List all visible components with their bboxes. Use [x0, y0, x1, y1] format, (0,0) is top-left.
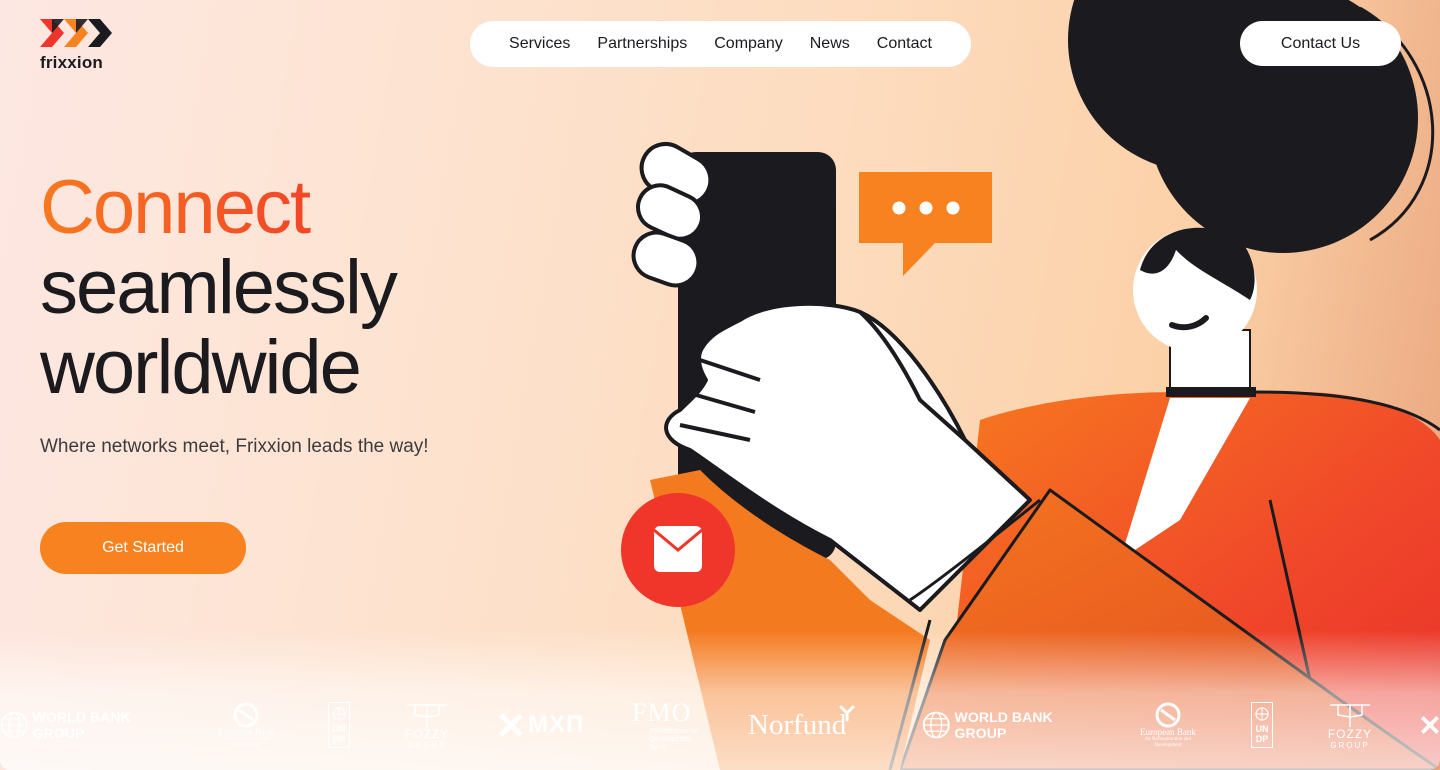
- nav-item-news[interactable]: News: [810, 35, 850, 53]
- nav-item-company[interactable]: Company: [714, 35, 782, 53]
- hero-heading: Connect seamlessly worldwide: [40, 168, 398, 410]
- ebrd-emblem-icon: [233, 702, 259, 727]
- nav-item-contact[interactable]: Contact: [877, 35, 932, 53]
- partner-fmo-sub1: Entrepreneurial: [650, 728, 698, 735]
- chat-bubble-icon: [859, 172, 992, 276]
- partner-ebrd-sublabel: for Reconstruction and Development: [223, 736, 269, 748]
- partner-undp-label: UN DP: [1255, 723, 1269, 744]
- partner-ebrd[interactable]: European Bank for Reconstruction and Dev…: [214, 690, 278, 760]
- partner-world-bank-label: WORLD BANK GROUP: [32, 709, 131, 741]
- partner-ebrd-label: European Bank: [218, 726, 274, 737]
- fozzy-emblem-icon: [1330, 703, 1370, 727]
- partner-undp-label: UN DP: [332, 723, 346, 744]
- partner-fozzy-repeat[interactable]: FOZZY GROUP: [1325, 690, 1375, 760]
- partners-strip: WORLD BANK GROUP European Bank for Recon…: [0, 690, 1440, 760]
- partner-ebrd-sublabel: for Reconstruction and Development: [1145, 736, 1191, 748]
- partner-world-bank-repeat[interactable]: WORLD BANK GROUP: [922, 690, 1092, 760]
- landing-page: frixxion Services Partnerships Company N…: [0, 0, 1440, 770]
- mhp-windmill-icon: [499, 713, 523, 737]
- hero-line-connect: Connect: [40, 168, 396, 248]
- contact-us-button[interactable]: Contact Us: [1240, 21, 1401, 66]
- leaf-icon: [839, 705, 855, 722]
- get-started-button[interactable]: Get Started: [40, 522, 246, 574]
- globe-icon: [0, 711, 28, 739]
- hero-subtitle: Where networks meet, Frixxion leads the …: [40, 436, 429, 457]
- partner-norfund[interactable]: Norfund: [748, 690, 878, 760]
- character-face: [1133, 227, 1257, 352]
- partner-fmo[interactable]: FMO Entrepreneurial Development Bank: [632, 690, 704, 760]
- partner-world-bank[interactable]: WORLD BANK GROUP: [0, 690, 170, 760]
- partner-undp[interactable]: UN DP: [328, 690, 352, 760]
- partner-undp-repeat[interactable]: UN DP: [1251, 690, 1275, 760]
- partner-fmo-label: FMO: [632, 698, 692, 727]
- partner-fozzy[interactable]: FOZZY GROUP: [402, 690, 452, 760]
- mail-icon: [621, 493, 735, 607]
- ebrd-emblem-icon: [1155, 702, 1181, 727]
- main-nav: Services Partnerships Company News Conta…: [470, 21, 971, 67]
- partner-fozzy-label: FOZZY: [404, 726, 450, 741]
- partner-mhp[interactable]: МХП: [498, 690, 588, 760]
- partner-fmo-sub2: Development: [650, 736, 692, 743]
- partner-ebrd-label: European Bank: [1140, 726, 1196, 737]
- partner-fmo-sub3: Bank: [650, 744, 666, 751]
- hero-line-worldwide: worldwide: [40, 325, 362, 410]
- partner-mhp-partial[interactable]: [1420, 690, 1440, 760]
- nav-item-services[interactable]: Services: [509, 35, 570, 53]
- fozzy-emblem-icon: [407, 703, 447, 727]
- partner-fozzy-label: FOZZY: [1327, 726, 1373, 741]
- un-emblem-icon: [1255, 706, 1269, 721]
- mhp-windmill-icon: [1420, 715, 1440, 735]
- nav-item-partnerships[interactable]: Partnerships: [597, 35, 687, 53]
- globe-icon: [922, 711, 950, 739]
- un-emblem-icon: [332, 706, 346, 721]
- partner-world-bank-label: WORLD BANK GROUP: [954, 709, 1053, 741]
- hero-line-seamlessly: seamlessly: [40, 245, 398, 330]
- partner-mhp-label: МХП: [528, 711, 585, 738]
- partner-norfund-label: Norfund: [748, 708, 847, 741]
- partner-fozzy-sublabel: GROUP: [407, 740, 447, 750]
- partner-ebrd-repeat[interactable]: European Bank for Reconstruction and Dev…: [1136, 690, 1200, 760]
- partner-fozzy-sublabel: GROUP: [1330, 740, 1370, 750]
